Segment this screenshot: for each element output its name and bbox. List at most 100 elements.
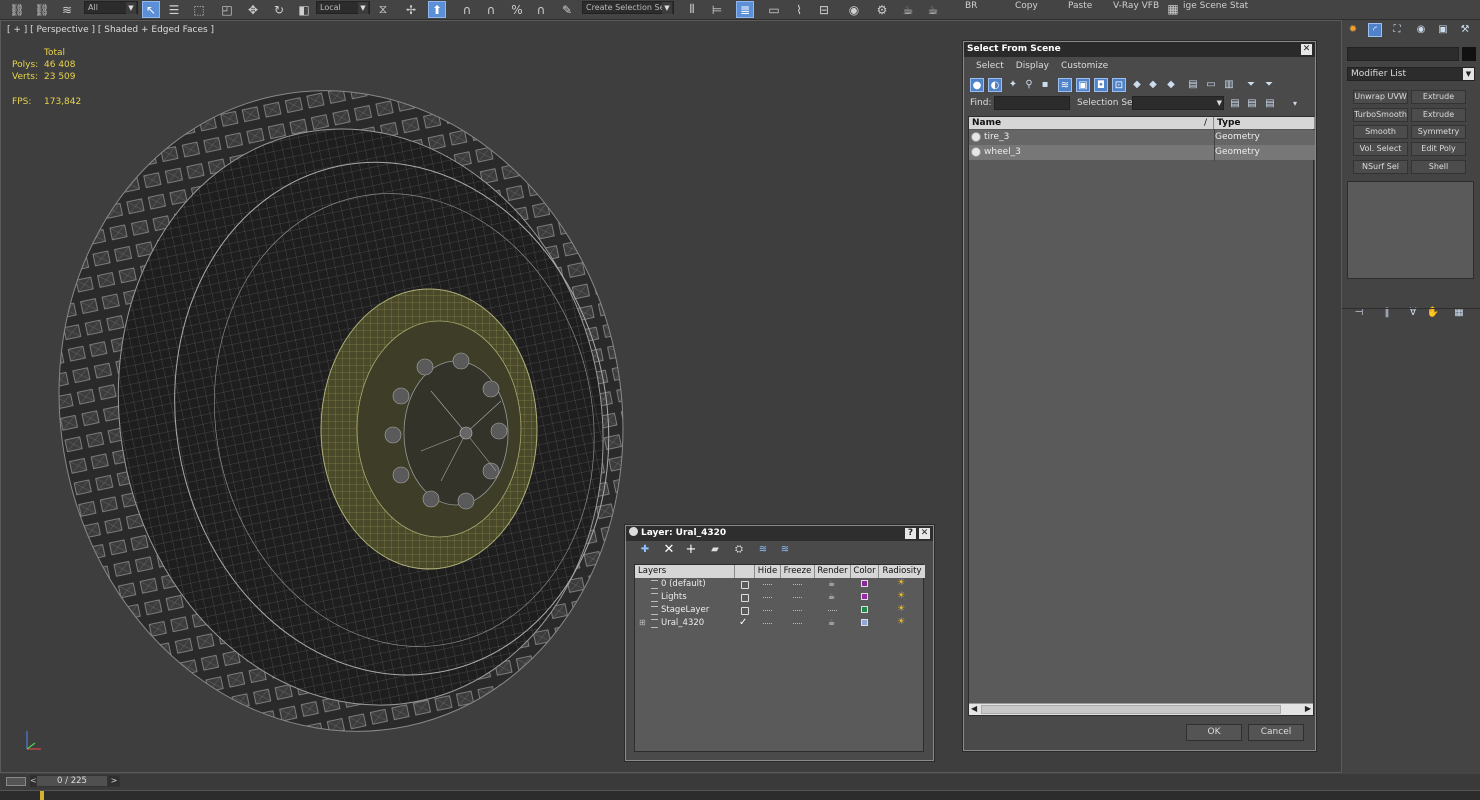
nsurf-sel-button[interactable]: NSurf Sel <box>1353 160 1408 174</box>
create-tab-icon[interactable]: ✹ <box>1346 23 1360 37</box>
layer-row[interactable]: Lights ☕ ☀ <box>635 591 925 604</box>
motion-tab-icon[interactable]: ◉ <box>1414 23 1428 37</box>
select-by-name-icon[interactable]: ☰ <box>165 1 183 18</box>
display-spacewarps-icon[interactable]: ≋ <box>1058 78 1072 92</box>
select-none-icon[interactable]: ▭ <box>1204 78 1218 92</box>
select-invert-icon[interactable]: ▥ <box>1222 78 1236 92</box>
menu-display[interactable]: Display <box>1010 59 1055 73</box>
curve-editor-icon[interactable]: ⌇ <box>790 1 808 18</box>
render-teapot-icon[interactable]: ☕ <box>828 579 835 588</box>
column-radiosity-header[interactable]: Radiosity <box>879 565 925 578</box>
time-slider-next[interactable]: > <box>108 775 120 787</box>
scene-states-button[interactable]: ige Scene Stat <box>1183 1 1248 11</box>
material-editor-icon[interactable]: ◉ <box>845 1 863 18</box>
radiosity-icon[interactable]: ☀ <box>897 617 905 627</box>
select-object-icon[interactable]: ↖ <box>142 1 160 18</box>
display-cameras-icon[interactable]: ⚲ <box>1022 78 1036 92</box>
window-crossing-icon[interactable]: ◰ <box>218 1 236 18</box>
utilities-tab-icon[interactable]: ⚒ <box>1458 23 1472 37</box>
manipulate-icon[interactable]: ✢ <box>402 1 420 18</box>
modify-tab-icon[interactable]: ◜ <box>1368 23 1382 37</box>
hierarchy-tab-icon[interactable]: ⛶ <box>1390 23 1404 37</box>
menu-customize[interactable]: Customize <box>1055 59 1114 73</box>
layer-color-swatch[interactable] <box>861 606 868 613</box>
angle-snap-icon[interactable]: ∩ <box>482 1 500 18</box>
render-toggle[interactable] <box>828 610 837 611</box>
add-set-icon[interactable]: ▤ <box>1228 97 1242 111</box>
schematic-view-icon[interactable]: ⊟ <box>815 1 833 18</box>
scroll-right-icon[interactable]: ▶ <box>1305 704 1311 713</box>
hide-toggle[interactable] <box>763 623 772 624</box>
reference-coord-dropdown[interactable]: Local ▼ <box>316 1 370 14</box>
extrude-button[interactable]: Extrude <box>1411 90 1466 104</box>
scrollbar-thumb[interactable] <box>981 705 1281 714</box>
graphite-toggle-icon[interactable]: ▭ <box>765 1 783 18</box>
layer-manager-icon[interactable]: ≣ <box>736 1 754 18</box>
column-layers-header[interactable]: Layers <box>635 565 735 578</box>
freeze-toggle[interactable] <box>793 623 802 624</box>
edit-named-sets-icon[interactable]: ✎ <box>558 1 576 18</box>
layer-color-swatch[interactable] <box>861 593 868 600</box>
add-to-layer-icon[interactable]: + <box>684 543 698 557</box>
column-hide-header[interactable]: Hide <box>755 565 781 578</box>
display-lights-icon[interactable]: ✦ <box>1006 78 1020 92</box>
pivot-icon[interactable]: ⧖ <box>374 1 392 18</box>
display-hidden-icon[interactable]: ◆ <box>1164 78 1178 92</box>
modifier-list-dropdown[interactable]: Modifier List ▼ <box>1347 67 1475 81</box>
menu-select[interactable]: Select <box>970 59 1010 73</box>
layer-row[interactable]: 0 (default) ☕ ☀ <box>635 578 925 591</box>
copy-button[interactable]: Copy <box>1015 1 1038 11</box>
hide-toggle[interactable] <box>763 610 772 611</box>
table-row[interactable]: wheel_3 Geometry <box>969 145 1315 160</box>
display-xrefs-icon[interactable]: ◘ <box>1094 78 1108 92</box>
named-selection-set-dropdown[interactable]: Create Selection Se ▼ <box>582 1 674 14</box>
layer-color-swatch[interactable] <box>861 619 868 626</box>
shell-button[interactable]: Shell <box>1411 160 1466 174</box>
close-icon[interactable]: ✕ <box>919 528 930 539</box>
unlink-icon[interactable]: ⛓ <box>33 1 51 18</box>
column-name-header[interactable]: Name / <box>969 117 1214 129</box>
percent-snap-icon[interactable]: % <box>508 1 526 18</box>
filter-icon[interactable]: ⏷ <box>1244 78 1258 92</box>
expand-options-icon[interactable]: ▾ <box>1288 97 1302 111</box>
object-color-swatch[interactable] <box>1462 47 1476 61</box>
display-helpers-icon[interactable]: ▪ <box>1038 78 1052 92</box>
freeze-toggle[interactable] <box>793 597 802 598</box>
select-in-layer-icon[interactable]: ▰ <box>708 543 722 557</box>
mirror-icon[interactable]: ⫴ <box>683 1 701 18</box>
render-teapot-icon[interactable]: ☕ <box>828 618 835 627</box>
current-layer-checkbox[interactable] <box>741 581 749 589</box>
selection-filter-dropdown[interactable]: All ▼ <box>84 1 138 14</box>
hide-all-icon[interactable]: ≋ <box>756 543 770 557</box>
rect-selection-icon[interactable]: ⬚ <box>190 1 208 18</box>
rendered-frame-icon[interactable]: ☕ <box>899 1 917 18</box>
track-bar[interactable] <box>0 790 1480 800</box>
freeze-toggle[interactable] <box>793 610 802 611</box>
modifier-stack[interactable] <box>1347 181 1474 279</box>
vray-vfb-button[interactable]: V-Ray VFB <box>1113 1 1159 11</box>
paste-button[interactable]: Paste <box>1068 1 1092 11</box>
object-name-input[interactable] <box>1347 47 1459 61</box>
column-type-header[interactable]: Type <box>1214 117 1315 129</box>
ok-button[interactable]: OK <box>1186 724 1242 741</box>
edit-set-icon[interactable]: ▤ <box>1263 97 1277 111</box>
vol-select-button[interactable]: Vol. Select <box>1353 142 1408 156</box>
extrude-button-2[interactable]: Extrude <box>1411 108 1466 122</box>
scroll-left-icon[interactable]: ◀ <box>971 704 977 713</box>
hide-toggle[interactable] <box>763 584 772 585</box>
display-groups-icon[interactable]: ▣ <box>1076 78 1090 92</box>
layer-color-swatch[interactable] <box>861 580 868 587</box>
tire-wireframe-model[interactable] <box>41 71 661 751</box>
column-freeze-header[interactable]: Freeze <box>781 565 815 578</box>
radiosity-icon[interactable]: ☀ <box>897 578 905 588</box>
spinner-snap-icon[interactable]: ∩ <box>532 1 550 18</box>
viewport-label[interactable]: [ + ] [ Perspective ] [ Shaded + Edged F… <box>7 25 214 35</box>
scene-states-icon[interactable]: ▦ <box>1164 0 1182 17</box>
layer-row[interactable]: StageLayer ☀ <box>635 604 925 617</box>
select-from-scene-title[interactable]: Select From Scene ✕ <box>964 42 1315 57</box>
close-icon[interactable]: ✕ <box>1301 44 1312 55</box>
unwrap-uvw-button[interactable]: Unwrap UVW <box>1353 90 1408 104</box>
display-shapes-icon[interactable]: ◐ <box>988 78 1002 92</box>
layer-dialog-title[interactable]: Layer: Ural_4320 ? ✕ <box>626 526 933 541</box>
br-button[interactable]: BR <box>965 1 977 11</box>
